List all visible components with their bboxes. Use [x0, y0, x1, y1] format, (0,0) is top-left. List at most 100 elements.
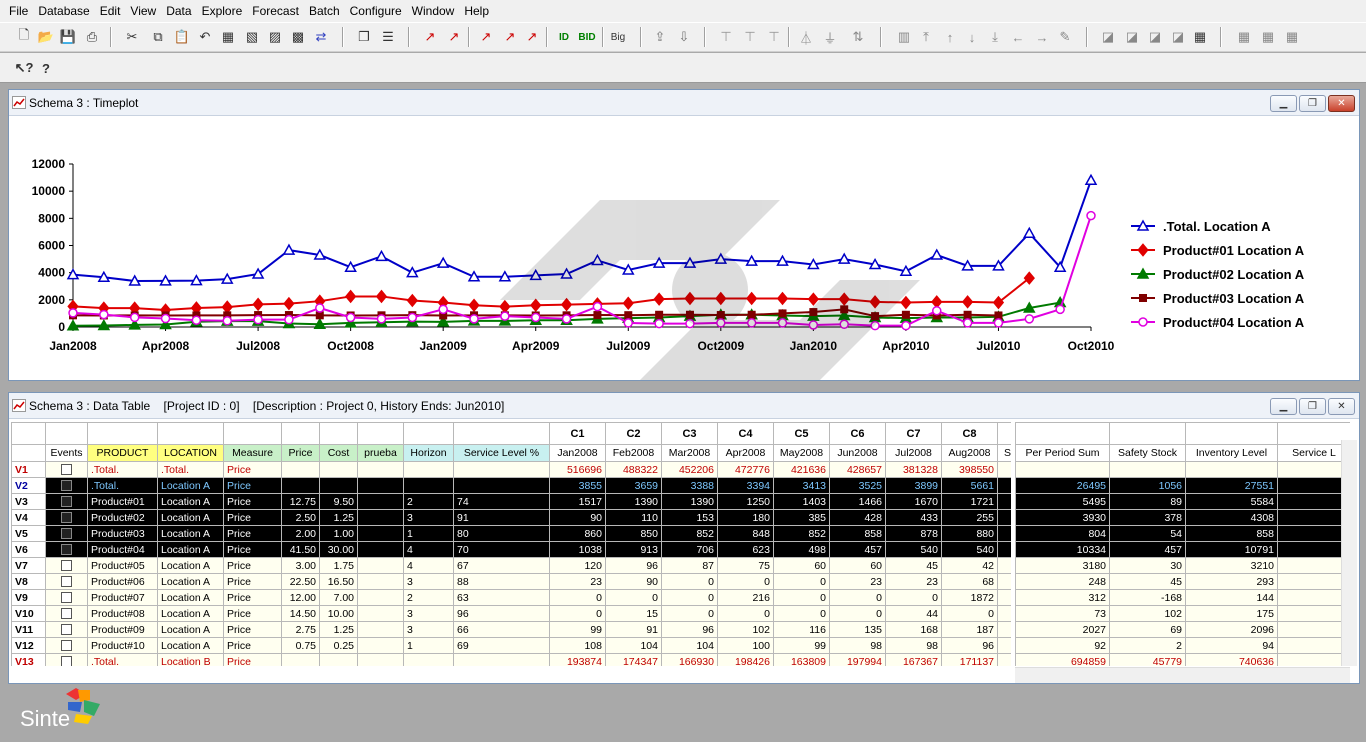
table-cell[interactable]: 1.75	[319, 557, 358, 574]
table-cell[interactable]: 99	[773, 637, 830, 654]
table-cell[interactable]: Price	[223, 573, 282, 590]
column-header[interactable]: prueba	[357, 444, 404, 462]
table-cell[interactable]	[1277, 557, 1350, 574]
big-button[interactable]: Big	[606, 27, 630, 47]
events-cell[interactable]	[45, 509, 88, 526]
table-cell[interactable]: 96	[453, 605, 550, 622]
table-cell[interactable]: 66	[453, 621, 550, 638]
table-cell[interactable]: 1721	[941, 493, 998, 510]
column-letter[interactable]	[87, 422, 158, 445]
column-letter[interactable]: C2	[605, 422, 662, 445]
table-cell[interactable]: 0	[661, 589, 718, 606]
table-cell[interactable]	[403, 653, 454, 666]
events-checkbox[interactable]	[61, 640, 72, 652]
table-grid-icon[interactable]: ▦	[1190, 27, 1210, 47]
table-cell[interactable]	[281, 653, 320, 666]
table-cell[interactable]	[997, 637, 1011, 654]
table-cell[interactable]: 10334	[1015, 541, 1110, 558]
table-cell[interactable]	[357, 605, 404, 622]
table-cell[interactable]: 63	[453, 589, 550, 606]
table-cell[interactable]: 740636	[1185, 653, 1278, 666]
table-cell[interactable]: 1056	[1109, 477, 1186, 494]
table-cell[interactable]: 0	[661, 605, 718, 622]
table-cell[interactable]: 102	[1109, 605, 1186, 622]
table-row[interactable]: V10 Product#08 Location A Price 14.50 10.00 3 9…	[11, 605, 1011, 622]
table-cell[interactable]: 68	[941, 573, 998, 590]
table-cell[interactable]	[357, 557, 404, 574]
table-cell[interactable]: 472776	[717, 461, 774, 478]
table-cell[interactable]	[997, 461, 1011, 478]
events-checkbox[interactable]	[61, 528, 72, 540]
table-cell[interactable]: 850	[605, 525, 662, 542]
table-cell[interactable]: 14.50	[281, 605, 320, 622]
table-cell[interactable]: 0	[717, 605, 774, 622]
row-header[interactable]: V4	[11, 509, 46, 526]
table-cell[interactable]: 30.00	[319, 541, 358, 558]
table-cell[interactable]: 0.75	[281, 637, 320, 654]
column-header[interactable]: Service Level %	[453, 444, 550, 462]
vertical-scrollbar[interactable]	[1341, 440, 1357, 666]
table-cell[interactable]	[997, 589, 1011, 606]
table-row[interactable]: 10334 457 10791	[1015, 541, 1350, 558]
table-cell[interactable]: 1.25	[319, 509, 358, 526]
table-cell[interactable]	[1277, 461, 1350, 478]
table-cell[interactable]: 0	[773, 573, 830, 590]
events-cell[interactable]	[45, 589, 88, 606]
table-cell[interactable]: 67	[453, 557, 550, 574]
table-cell[interactable]: 26495	[1015, 477, 1110, 494]
grid-action-icon[interactable]: ▧	[242, 27, 262, 47]
table-cell[interactable]: 10791	[1185, 541, 1278, 558]
table-cell[interactable]: 94	[1185, 637, 1278, 654]
table-cell[interactable]: 0	[885, 589, 942, 606]
bid-icon[interactable]: BID	[576, 27, 598, 47]
maximize-button[interactable]: ❐	[1299, 398, 1326, 415]
table-cell[interactable]: 1872	[941, 589, 998, 606]
table-cell[interactable]: 174347	[605, 653, 662, 666]
table-cell[interactable]: 60	[773, 557, 830, 574]
table-cell[interactable]: 15	[605, 605, 662, 622]
table-cell[interactable]: 452206	[661, 461, 718, 478]
pencil-chart-icon[interactable]: ✎	[1055, 27, 1075, 47]
table-cell[interactable]: Location A	[157, 525, 224, 542]
row-header[interactable]: V12	[11, 637, 46, 654]
row-header[interactable]: V6	[11, 541, 46, 558]
table-row[interactable]: V13 .Total. Location B Price 193874 174347 166…	[11, 653, 1011, 666]
table-cell[interactable]: 70	[453, 541, 550, 558]
menu-edit[interactable]: Edit	[95, 0, 126, 22]
table-cell[interactable]: 3	[403, 573, 454, 590]
table-view3-icon[interactable]: ▦	[1282, 27, 1302, 47]
table-cell[interactable]: 2.00	[281, 525, 320, 542]
table-row[interactable]: V8 Product#06 Location A Price 22.50 16.50 3 88…	[11, 573, 1011, 590]
new-file-icon[interactable]: 🗋	[14, 27, 34, 47]
table-cell[interactable]: 516696	[549, 461, 606, 478]
table-cell[interactable]	[357, 525, 404, 542]
column-letter[interactable]	[157, 422, 224, 445]
table-cell[interactable]: 1	[403, 525, 454, 542]
column-letter[interactable]: C3	[661, 422, 718, 445]
menu-file[interactable]: File	[4, 0, 33, 22]
table-cell[interactable]: Product#09	[87, 621, 158, 638]
table-cell[interactable]: Location A	[157, 509, 224, 526]
menu-configure[interactable]: Configure	[345, 0, 407, 22]
table-cell[interactable]	[997, 477, 1011, 494]
table-cell[interactable]	[1277, 477, 1350, 494]
table-cell[interactable]: Location A	[157, 493, 224, 510]
table-cell[interactable]: 4	[403, 557, 454, 574]
table-row[interactable]: V7 Product#05 Location A Price 3.00 1.75 4 67 12…	[11, 557, 1011, 574]
column-header[interactable]: Feb2008	[605, 444, 662, 462]
table-cell[interactable]: 3855	[549, 477, 606, 494]
table-cell[interactable]: Price	[223, 493, 282, 510]
table-cell[interactable]: 9.50	[319, 493, 358, 510]
table-cell[interactable]: 880	[941, 525, 998, 542]
table-cell[interactable]: 100	[717, 637, 774, 654]
column-letter[interactable]: C7	[885, 422, 942, 445]
table-cell[interactable]	[403, 477, 454, 494]
table-cell[interactable]: 42	[941, 557, 998, 574]
column-header[interactable]: Aug2008	[941, 444, 998, 462]
events-checkbox[interactable]	[61, 464, 72, 476]
chart-grid3-icon[interactable]: ◪	[1145, 27, 1165, 47]
table-cell[interactable]: 216	[717, 589, 774, 606]
table-cell[interactable]: 293	[1185, 573, 1278, 590]
column-header[interactable]: Measure	[223, 444, 282, 462]
table-cell[interactable]: 0	[661, 573, 718, 590]
